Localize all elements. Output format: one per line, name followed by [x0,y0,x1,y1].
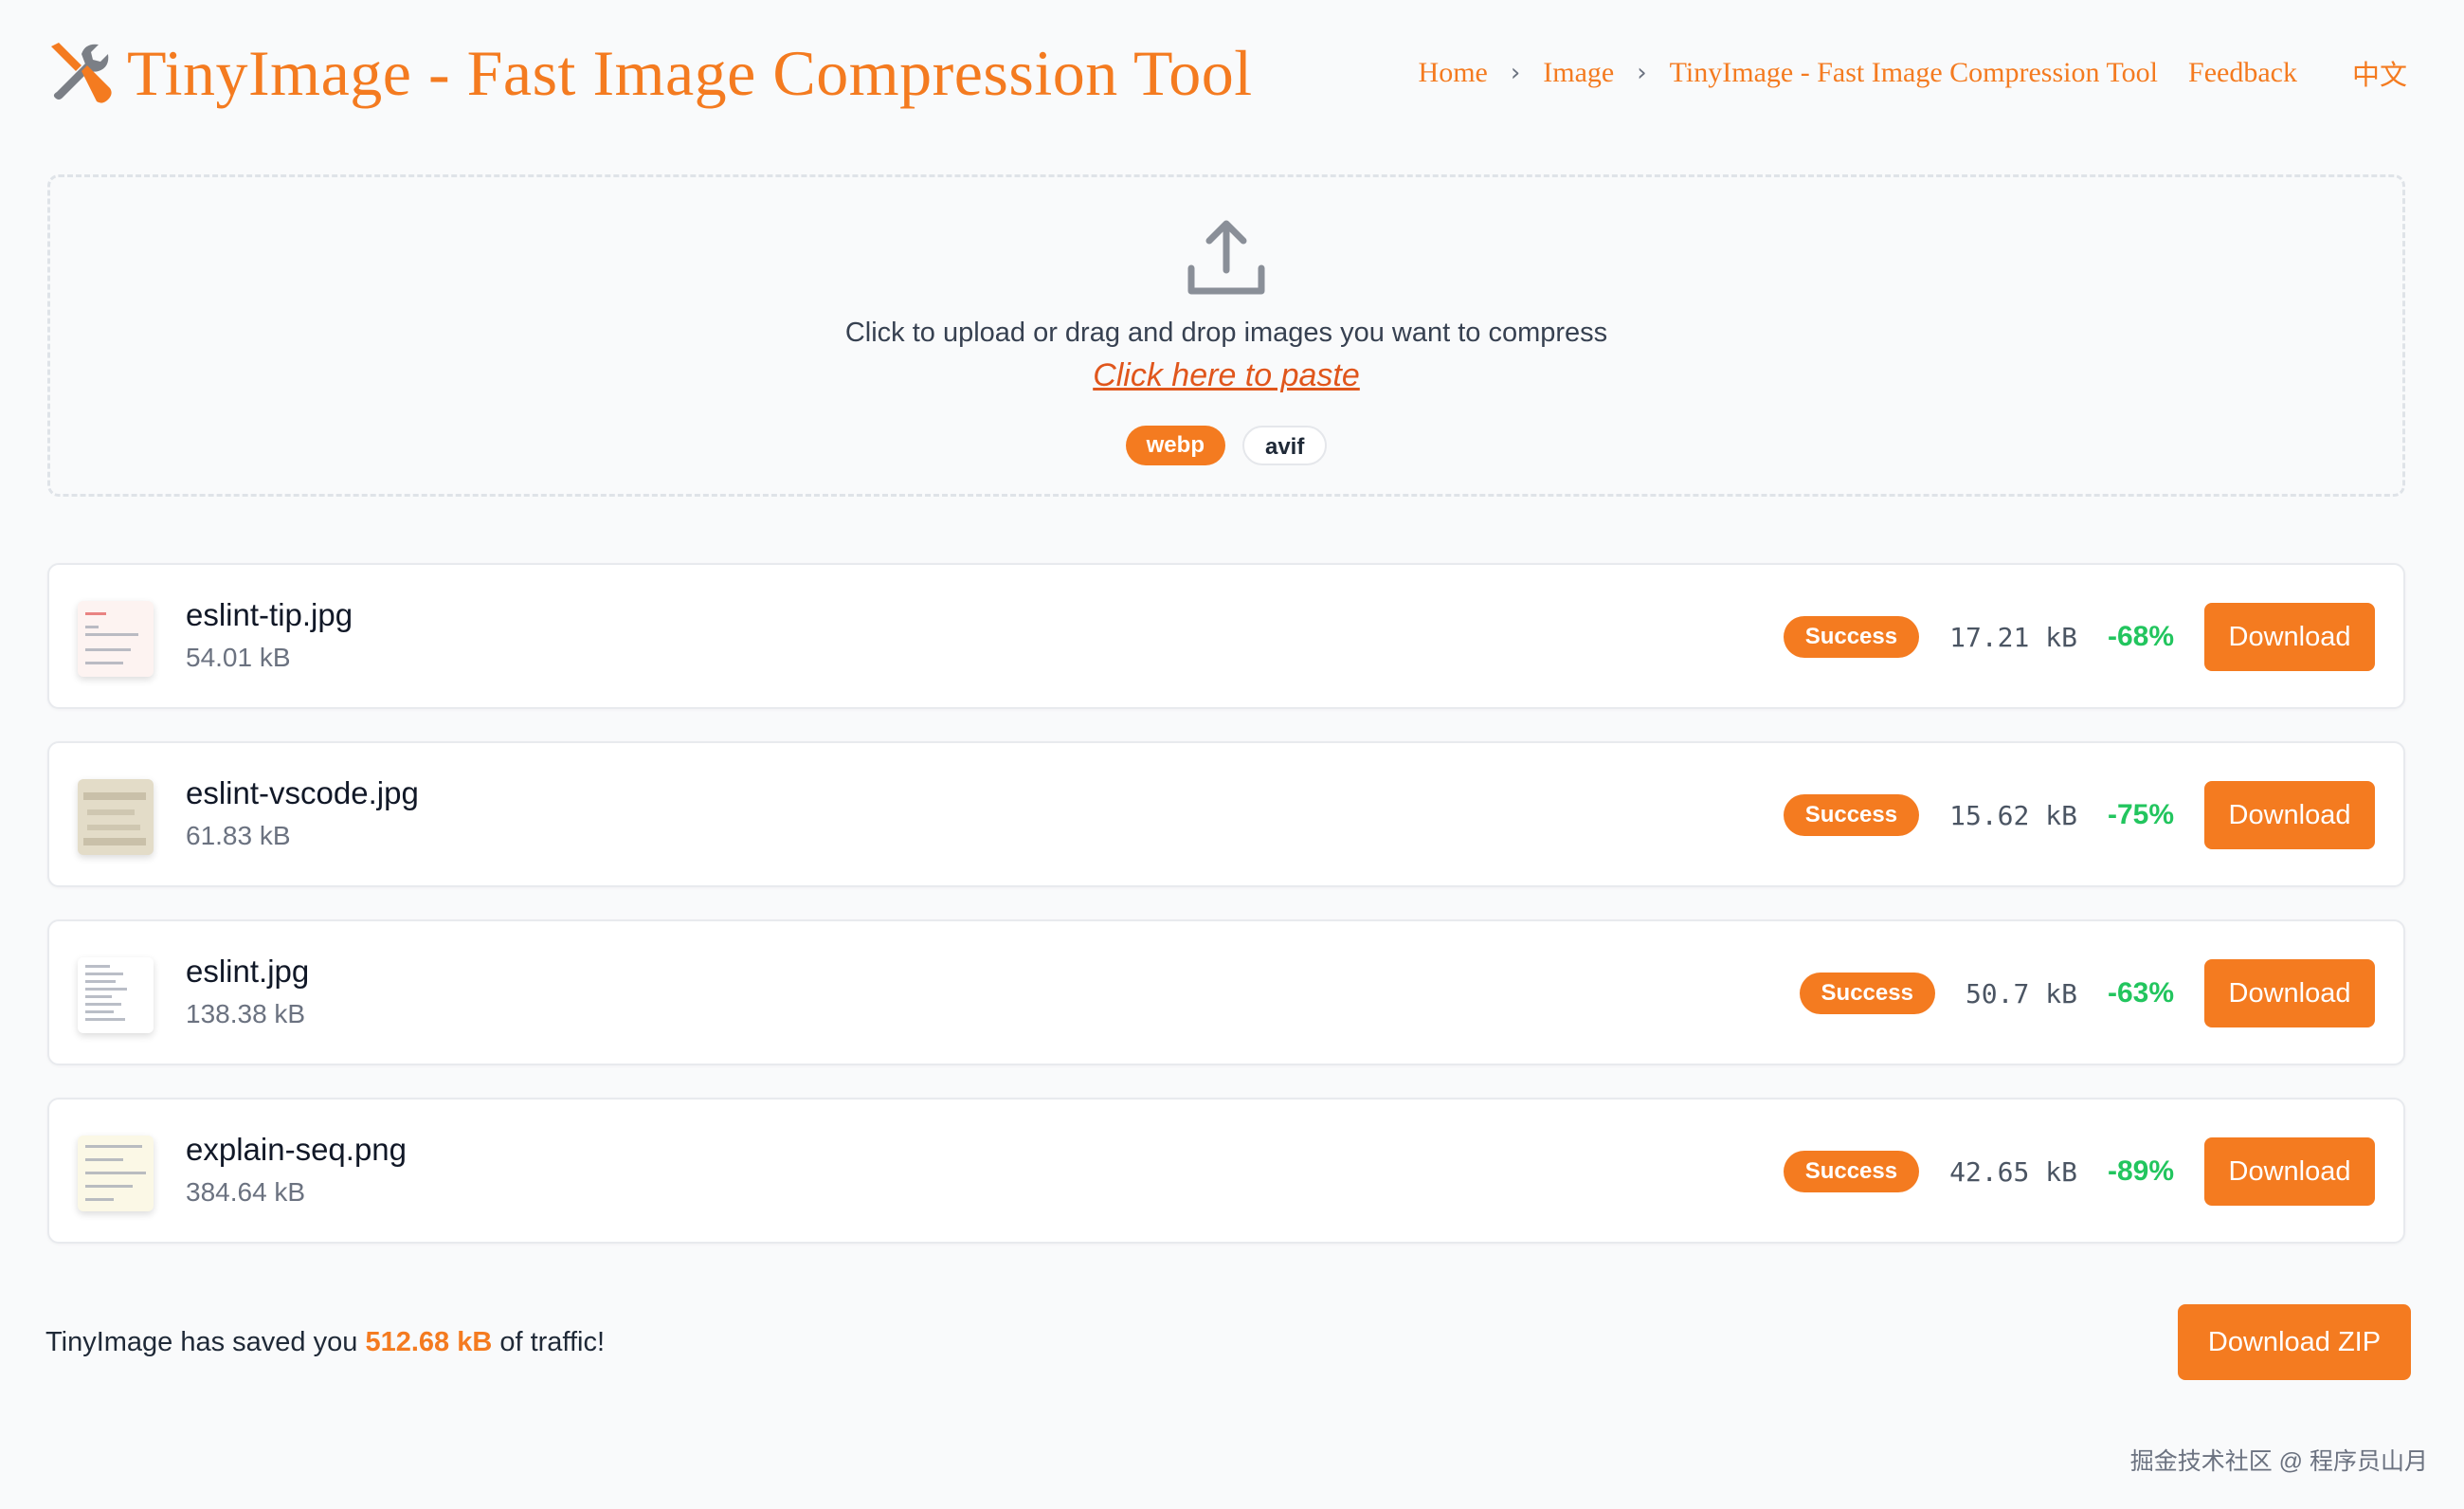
paste-link[interactable]: Click here to paste [50,357,2402,394]
file-thumbnail [78,601,154,677]
saving-percent: -63% [2107,977,2174,1009]
download-button[interactable]: Download [2204,959,2375,1027]
compressed-size: 15.62 kB [1949,799,2077,831]
file-original-size: 138.38 kB [186,999,306,1028]
nav-home-link[interactable]: Home [1419,57,1488,89]
status-badge: Success [1783,616,1920,658]
saving-percent: -89% [2107,1155,2174,1187]
file-original-size: 61.83 kB [186,821,291,850]
saving-percent: -68% [2107,621,2174,652]
paste-link-label[interactable]: Click here to paste [1093,357,1360,393]
file-row: eslint.jpg 138.38 kB Success 50.7 kB -63… [47,919,2405,1065]
saving-percent: -75% [2107,799,2174,830]
breadcrumb-nav: Home › Image › TinyImage - Fast Image Co… [1419,21,2407,125]
chevron-right-icon: › [1510,59,1521,87]
download-button[interactable]: Download [2204,603,2375,671]
tools-icon [51,43,112,103]
file-thumbnail [78,779,154,855]
savings-prefix: TinyImage has saved you [45,1327,358,1357]
nav-current-link[interactable]: TinyImage - Fast Image Compression Tool [1670,57,2158,89]
file-name: eslint-vscode.jpg [186,775,419,810]
status-badge: Success [1783,1151,1920,1192]
upload-icon [1187,220,1265,295]
file-thumbnail [78,957,154,1033]
compressed-size: 42.65 kB [1949,1155,2077,1188]
compressed-size: 17.21 kB [1949,621,2077,653]
download-button[interactable]: Download [2204,781,2375,849]
watermark: 掘金技术社区 @ 程序员山月 [2129,1448,2428,1475]
download-button[interactable]: Download [2204,1137,2375,1206]
status-badge: Success [1783,794,1920,836]
file-name: explain-seq.png [186,1132,407,1167]
download-zip-button[interactable]: Download ZIP [2178,1304,2411,1380]
nav-image-link[interactable]: Image [1543,57,1614,89]
file-row: explain-seq.png 384.64 kB Success 42.65 … [47,1098,2405,1244]
file-result: Success 42.65 kB -89% Download [1783,1137,2375,1206]
savings-summary: TinyImage has saved you 512.68 kB of tra… [45,1327,605,1358]
logo[interactable]: TinyImage - Fast Image Compression Tool [44,35,1253,111]
app-title: TinyImage - Fast Image Compression Tool [127,36,1253,109]
file-row: eslint-tip.jpg 54.01 kB Success 17.21 kB… [47,563,2405,709]
file-result: Success 50.7 kB -63% Download [1799,959,2375,1027]
savings-amount: 512.68 kB [365,1327,493,1357]
format-webp-toggle[interactable]: webp [1125,426,1225,465]
file-row: eslint-vscode.jpg 61.83 kB Success 15.62… [47,741,2405,887]
file-original-size: 384.64 kB [186,1177,306,1207]
status-badge: Success [1799,973,1935,1014]
upload-instruction: Click to upload or drag and drop images … [844,318,1608,348]
format-avif-toggle[interactable]: avif [1241,426,1328,465]
compressed-size: 50.7 kB [1965,977,2077,1009]
language-switch[interactable]: 中文 [2352,53,2407,93]
file-result: Success 17.21 kB -68% Download [1783,603,2375,671]
file-name: eslint-tip.jpg [186,597,353,632]
header: TinyImage - Fast Image Compression Tool … [44,21,2407,125]
file-original-size: 54.01 kB [186,643,291,672]
file-result: Success 15.62 kB -75% Download [1783,781,2375,849]
file-name: eslint.jpg [186,954,310,989]
file-thumbnail [78,1136,154,1211]
format-selector: webp avif [50,426,2402,465]
feedback-link[interactable]: Feedback [2188,57,2297,89]
upload-dropzone[interactable]: Click to upload or drag and drop images … [47,174,2405,497]
chevron-right-icon: › [1637,59,1647,87]
savings-suffix: of traffic! [499,1327,606,1357]
